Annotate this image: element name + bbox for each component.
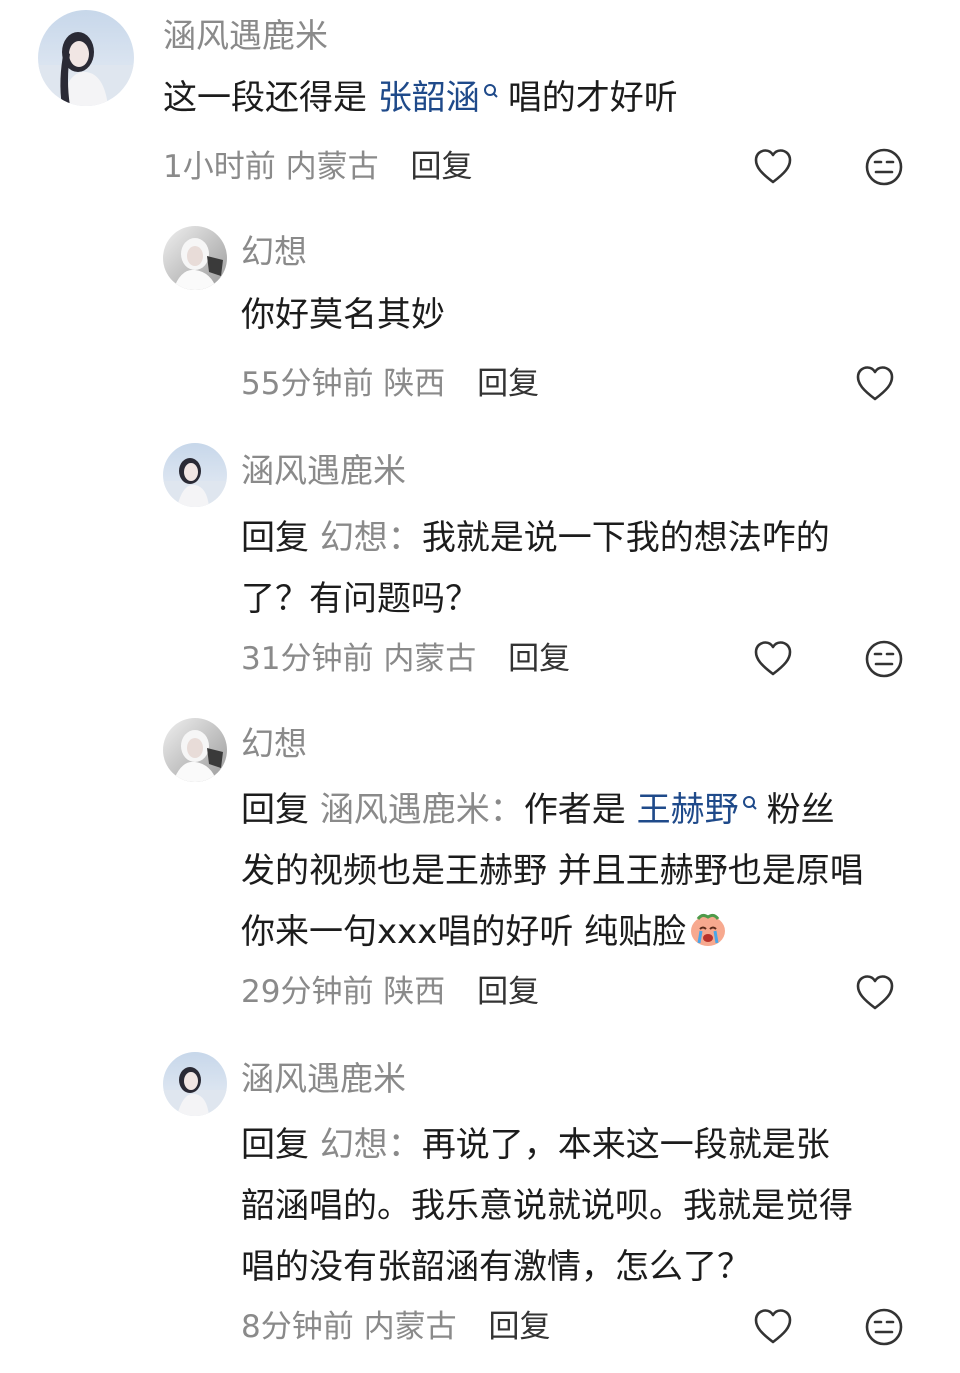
comment-text: 这一段还得是 张韶涵 唱的才好听 xyxy=(163,68,678,129)
comment-time: 31分钟前 xyxy=(241,641,374,677)
avatar[interactable] xyxy=(163,718,227,782)
comment-text-post: 唱的才好听 xyxy=(507,78,678,118)
mention-link[interactable]: 王赫野 xyxy=(637,790,739,830)
reply-button[interactable]: 回复 xyxy=(477,366,539,402)
heart-outline-icon xyxy=(754,1309,792,1344)
comment-text-line1-post: 粉丝 xyxy=(766,790,835,830)
comment-meta: 8分钟前 内蒙古 回复 xyxy=(241,1307,550,1347)
comment-location: 内蒙古 xyxy=(383,641,477,677)
reply-button[interactable]: 回复 xyxy=(488,1309,550,1345)
comment-time: 8分钟前 xyxy=(241,1309,354,1345)
dislike-button[interactable] xyxy=(862,145,906,189)
comment-text: 回复 幻想：我就是说一下我的想法咋的 了？有问题吗？ xyxy=(241,508,931,630)
comment-line: 回复 幻想：我就是说一下我的想法咋的 xyxy=(241,508,931,569)
heart-outline-icon xyxy=(754,641,792,676)
comment-time: 29分钟前 xyxy=(241,974,374,1010)
like-button[interactable] xyxy=(853,362,897,406)
comment-text-line1: 再说了，本来这一段就是张 xyxy=(421,1125,830,1165)
comment-time: 55分钟前 xyxy=(241,366,374,402)
mention-link[interactable]: 张韶涵 xyxy=(378,78,480,118)
reply-prefix: 回复 xyxy=(241,518,309,558)
heart-outline-icon xyxy=(856,975,894,1010)
heart-outline-icon xyxy=(754,149,792,184)
comment-author[interactable]: 涵风遇鹿米 xyxy=(241,1059,406,1099)
avatar[interactable] xyxy=(163,1052,227,1116)
reply-to-user[interactable]: 幻想： xyxy=(320,518,422,558)
reply-to-user[interactable]: 幻想： xyxy=(320,1125,422,1165)
comment-text-line2: 了？有问题吗？ xyxy=(241,579,479,619)
comment-location: 陕西 xyxy=(383,974,446,1010)
comment-time: 1小时前 xyxy=(163,149,276,185)
like-button[interactable] xyxy=(751,1305,795,1349)
comment-author[interactable]: 涵风遇鹿米 xyxy=(241,451,406,491)
neutral-face-icon xyxy=(865,1308,903,1346)
like-button[interactable] xyxy=(751,145,795,189)
avatar[interactable] xyxy=(163,443,227,507)
comment-location: 内蒙古 xyxy=(363,1309,457,1345)
search-icon[interactable] xyxy=(741,780,761,810)
comment-text-line2: 韶涵唱的。我乐意说就说呗。我就是觉得 xyxy=(241,1186,853,1226)
comment-text-pre: 这一段还得是 xyxy=(163,78,378,118)
neutral-face-icon xyxy=(865,148,903,186)
neutral-face-icon xyxy=(865,640,903,678)
crying-face-emoji xyxy=(688,908,728,948)
comment-text-line3: 你来一句xxx唱的好听 纯贴脸 xyxy=(241,912,687,952)
comment-text: 你好莫名其妙 xyxy=(241,295,445,335)
reply-to-user[interactable]: 涵风遇鹿米： xyxy=(320,790,524,830)
reply-button[interactable]: 回复 xyxy=(410,149,472,185)
comment-text: 回复 涵风遇鹿米：作者是 王赫野 粉丝 发的视频也是王赫野 并且王赫野也是原唱 你… xyxy=(241,780,931,963)
reply-button[interactable]: 回复 xyxy=(508,641,570,677)
avatar[interactable] xyxy=(163,226,227,290)
comment-line: 回复 幻想：再说了，本来这一段就是张 xyxy=(241,1115,941,1176)
dislike-button[interactable] xyxy=(862,1305,906,1349)
comment-text-line2: 发的视频也是王赫野 并且王赫野也是原唱 xyxy=(241,851,864,891)
like-button[interactable] xyxy=(853,971,897,1015)
reply-prefix: 回复 xyxy=(241,1125,309,1165)
comment-text-line3: 唱的没有张韶涵有激情，怎么了？ xyxy=(241,1247,751,1287)
comment-location: 内蒙古 xyxy=(285,149,379,185)
comment-line: 回复 涵风遇鹿米：作者是 王赫野 粉丝 xyxy=(241,780,931,841)
comment-text-line1: 我就是说一下我的想法咋的 xyxy=(421,518,830,558)
comment-author[interactable]: 幻想 xyxy=(241,232,307,272)
heart-outline-icon xyxy=(856,366,894,401)
comment-location: 陕西 xyxy=(383,366,446,402)
comment-author[interactable]: 幻想 xyxy=(241,724,307,764)
search-icon[interactable] xyxy=(482,68,502,98)
like-button[interactable] xyxy=(751,637,795,681)
reply-prefix: 回复 xyxy=(241,790,309,830)
reply-button[interactable]: 回复 xyxy=(477,974,539,1010)
comment-meta: 31分钟前 内蒙古 回复 xyxy=(241,639,570,679)
avatar[interactable] xyxy=(38,10,134,106)
comment-text: 回复 幻想：再说了，本来这一段就是张 韶涵唱的。我乐意说就说呗。我就是觉得 唱的… xyxy=(241,1115,941,1298)
dislike-button[interactable] xyxy=(862,637,906,681)
comment-meta: 1小时前 内蒙古 回复 xyxy=(163,147,472,187)
comment-line: 你来一句xxx唱的好听 纯贴脸 xyxy=(241,902,931,963)
comment-meta: 29分钟前 陕西 回复 xyxy=(241,972,539,1012)
comment-author[interactable]: 涵风遇鹿米 xyxy=(163,16,328,56)
comment-meta: 55分钟前 陕西 回复 xyxy=(241,364,539,404)
comment-text-line1: 作者是 xyxy=(523,790,637,830)
